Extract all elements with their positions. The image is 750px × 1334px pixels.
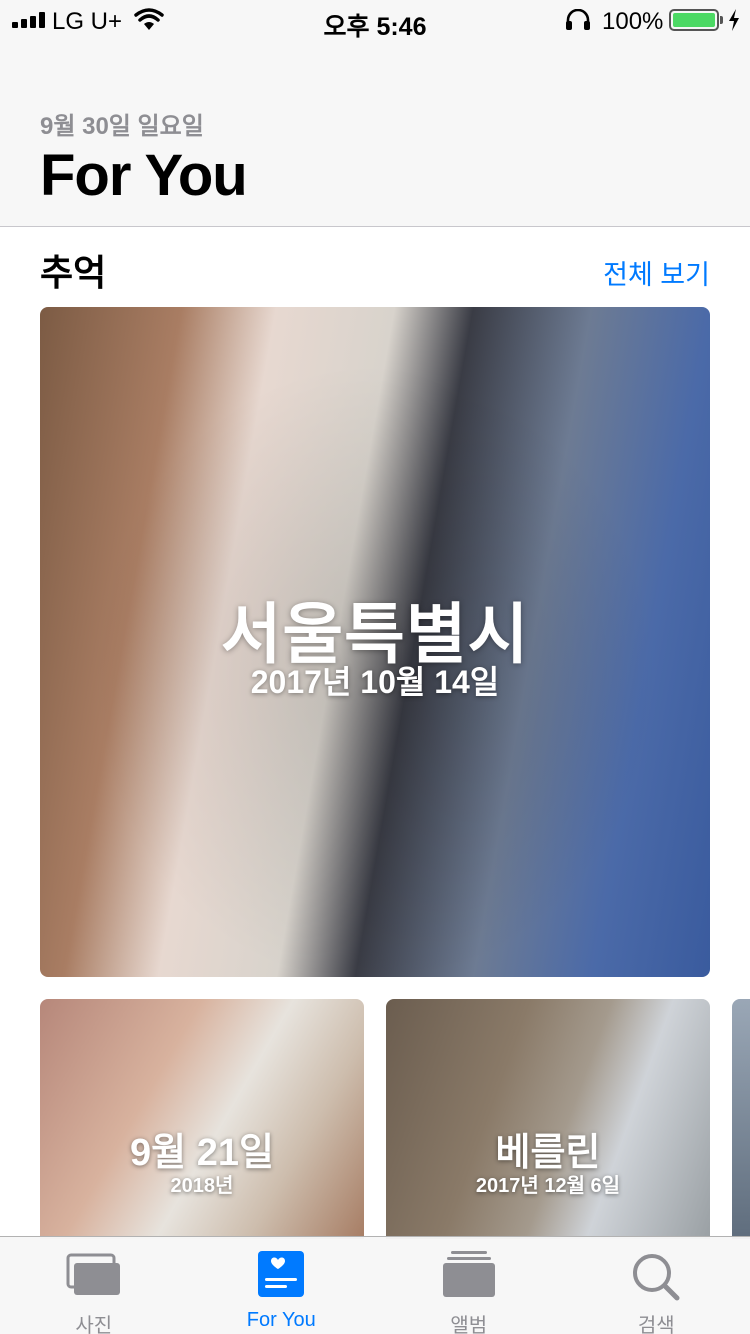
large-title-header: 9월 30일 일요일 For You [0, 40, 750, 227]
page-title: For You [40, 143, 248, 208]
memory-card-peek[interactable] [732, 999, 750, 1239]
memories-section-title: 추억 [40, 252, 107, 293]
memory-card[interactable]: 베를린 2017년 12월 6일 [386, 999, 710, 1239]
albums-icon [442, 1251, 495, 1297]
photos-icon [66, 1253, 120, 1295]
tab-search[interactable]: 검색 [563, 1237, 750, 1334]
featured-memory-date: 2017년 10월 14일 [250, 664, 500, 700]
tab-label: 앨범 [450, 1315, 488, 1334]
battery-icon [669, 9, 723, 31]
tab-photos[interactable]: 사진 [0, 1237, 188, 1334]
see-all-link[interactable]: 전체 보기 [603, 253, 710, 292]
header-date: 9월 30일 일요일 [40, 113, 204, 140]
tab-bar: 사진 For You 앨범 검색 [0, 1236, 750, 1334]
tab-label: 검색 [637, 1315, 675, 1334]
tab-albums[interactable]: 앨범 [375, 1237, 563, 1334]
battery-percent: 100% [602, 8, 664, 35]
status-bar: LG U+ 오후 5:46 100% [0, 0, 750, 41]
tab-label: For You [246, 1309, 316, 1331]
memory-card-title: 베를린 [495, 1132, 601, 1174]
tab-for-you[interactable]: For You [188, 1237, 376, 1334]
memory-card-title: 9월 21일 [130, 1132, 274, 1174]
search-icon [633, 1254, 680, 1301]
featured-memory-card[interactable]: 서울특별시 2017년 10월 14일 [40, 307, 710, 977]
memory-card-date: 2017년 12월 6일 [475, 1175, 621, 1197]
memory-card[interactable]: 9월 21일 2018년 [40, 999, 364, 1239]
tab-label: 사진 [75, 1315, 113, 1334]
headphones-icon [566, 9, 590, 30]
charging-bolt-icon [729, 9, 739, 31]
memory-card-date: 2018년 [170, 1175, 234, 1197]
for-you-icon [258, 1251, 305, 1297]
